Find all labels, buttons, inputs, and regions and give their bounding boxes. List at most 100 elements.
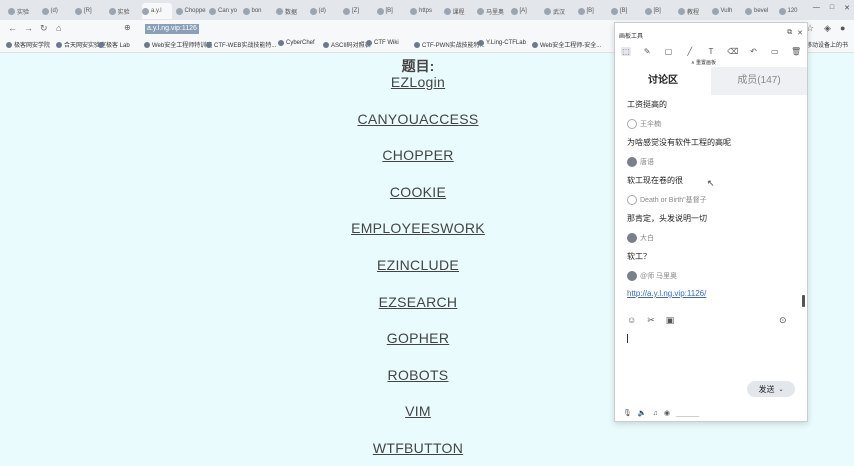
close-icon[interactable]: ✕ [844, 4, 850, 12]
bookmark-item[interactable]: ASCII码对照表 [323, 40, 371, 49]
browser-tab[interactable]: [B] [644, 3, 675, 19]
location-icon[interactable]: ◉ [664, 409, 670, 417]
browser-tab[interactable]: [B] [611, 3, 641, 19]
tab-favicon-icon [410, 7, 417, 15]
browser-tab[interactable]: [B] [376, 3, 407, 19]
avatar[interactable] [627, 157, 637, 167]
scrollbar[interactable] [802, 295, 805, 307]
settings-icon[interactable]: ⊙ [779, 315, 787, 326]
microphone-icon[interactable]: 🎙 [623, 409, 632, 417]
minimize-icon[interactable]: — [813, 4, 820, 12]
avatar[interactable] [627, 119, 637, 129]
bookmark-item[interactable]: CTF Wiki [366, 40, 399, 46]
tab-favicon-icon [577, 7, 585, 15]
bookmark-item[interactable]: CyberChef [278, 40, 315, 46]
forward-icon[interactable]: → [24, 23, 33, 33]
bookmark-label: CTF Wiki [374, 40, 399, 46]
bookmark-icon [6, 41, 12, 48]
tab-label: 马里奥 [486, 9, 505, 16]
collections-icon[interactable]: ◈ [824, 23, 831, 34]
tab-label: bevel [754, 8, 769, 14]
panel-close-icon[interactable]: ✕ [797, 29, 803, 37]
tab-favicon-icon [175, 7, 183, 15]
browser-tab[interactable]: 课程 [443, 3, 474, 19]
browser-tab[interactable]: (d) [309, 3, 340, 19]
browser-tab[interactable]: bevel [745, 3, 775, 19]
browser-tab[interactable]: 实验 [108, 3, 139, 19]
bookmark-item[interactable]: 极客网安学院 [6, 40, 50, 49]
trash-icon[interactable]: 🗑 [791, 47, 801, 56]
tab-favicon-icon [477, 7, 484, 15]
tab-favicon-icon [343, 7, 350, 15]
browser-tab[interactable]: 实验 [8, 3, 38, 19]
browser-tab[interactable]: 武汉 [544, 3, 574, 19]
avatar[interactable] [627, 271, 637, 281]
tab-label: [B] [620, 8, 628, 14]
detach-icon[interactable]: ⧉ [787, 29, 792, 37]
back-icon[interactable]: ← [8, 23, 17, 33]
browser-tab[interactable]: 马里奥 [477, 3, 507, 19]
tab-favicon-icon [443, 7, 451, 15]
bookmark-item[interactable]: CTF-PWN实战技能特... [414, 40, 485, 49]
browser-tab[interactable]: [Z] [343, 3, 373, 19]
message-author: 王伞楠 [627, 119, 661, 129]
browser-tab[interactable]: a.y.l [142, 3, 172, 19]
chevron-down-icon[interactable]: ⌄ [778, 386, 783, 393]
browser-tab[interactable]: Can yo [209, 3, 239, 19]
browser-tab[interactable]: [R] [75, 3, 105, 19]
avatar[interactable] [627, 233, 637, 243]
tab-members[interactable]: 成员(147) [711, 67, 807, 95]
save-icon[interactable]: ▭ [770, 47, 780, 56]
bookmark-item[interactable]: Web安全工程师特训班 [144, 40, 212, 49]
browser-tab[interactable]: Vulh [711, 3, 742, 19]
collapse-toggle[interactable]: ∧ 重置画板 [691, 59, 716, 66]
image-icon[interactable]: ▣ [666, 315, 675, 326]
challenge-link[interactable]: WTFBUTTON [0, 440, 836, 456]
bookmarks-right[interactable]: 移动设备上的书 [806, 40, 848, 49]
bookmark-item[interactable]: 极客 Lab [98, 40, 130, 49]
message-link[interactable]: http://a.y.l.ng.vip:1126/ [627, 289, 706, 298]
browser-tab[interactable]: Chopper [175, 3, 206, 19]
url-field[interactable]: a.y.l.ng.vip:1126 [145, 24, 199, 34]
security-icon[interactable]: ⊕ [124, 23, 131, 32]
undo-icon[interactable]: ↶ [749, 47, 759, 56]
message-text: 工资挺高的 [627, 100, 667, 109]
pen-tool-icon[interactable]: ✎ [642, 47, 652, 56]
line-tool-icon[interactable]: ╱ [685, 47, 695, 56]
maximize-icon[interactable]: □ [830, 4, 834, 12]
browser-tab[interactable]: [A] [510, 3, 541, 19]
message-input[interactable] [627, 334, 628, 343]
bookmark-item[interactable]: Y.Ling-CTFLab [478, 40, 526, 46]
browser-tab[interactable]: bon [242, 3, 273, 19]
text-tool-icon[interactable]: T [706, 47, 716, 56]
tab-label: https [419, 8, 433, 14]
discussion-panel: 画板工具 ⧉ ✕ ⬚ ✎ ▢ ╱ T ⌫ ↶ ▭ 🗑 ∧ 重置画板 讨论区 成员… [614, 22, 808, 422]
rectangle-tool-icon[interactable]: ▢ [664, 47, 674, 56]
select-tool-icon[interactable]: ⬚ [621, 46, 631, 56]
emoji-icon[interactable]: ☺ [627, 315, 636, 326]
tab-favicon-icon [276, 7, 283, 15]
profile-icon[interactable]: ● [840, 23, 845, 33]
eraser-tool-icon[interactable]: ⌫ [727, 47, 738, 56]
browser-tab[interactable]: 120 [778, 3, 809, 19]
browser-tab[interactable]: [B] [577, 3, 608, 19]
home-icon[interactable]: ⌂ [56, 23, 61, 33]
avatar[interactable] [627, 195, 637, 205]
send-button[interactable]: 发送 ⌄ [747, 381, 795, 397]
browser-tab[interactable]: (d) [41, 3, 72, 19]
speaker-icon[interactable]: 🔈 [638, 409, 647, 417]
tab-discussion[interactable]: 讨论区 [615, 67, 711, 95]
bookmark-item[interactable]: Web安全工程师-安全... [532, 40, 601, 49]
panel-controls: ⧉ ✕ [787, 29, 803, 37]
reload-icon[interactable]: ↻ [40, 23, 48, 34]
author-name: 王伞楠 [640, 121, 661, 128]
tab-label: Vulh [720, 8, 733, 14]
tab-label: [R] [84, 8, 92, 14]
message-author: 唐语 [627, 157, 654, 167]
music-icon[interactable]: ♫ [653, 410, 658, 417]
bookmark-item[interactable]: CTF-WEB实战技能特... [206, 40, 276, 49]
scissors-icon[interactable]: ✂ [647, 315, 655, 326]
browser-tab[interactable]: 数据 [276, 3, 306, 19]
browser-tab[interactable]: https [410, 3, 440, 19]
browser-tab[interactable]: 教程 [678, 3, 708, 19]
